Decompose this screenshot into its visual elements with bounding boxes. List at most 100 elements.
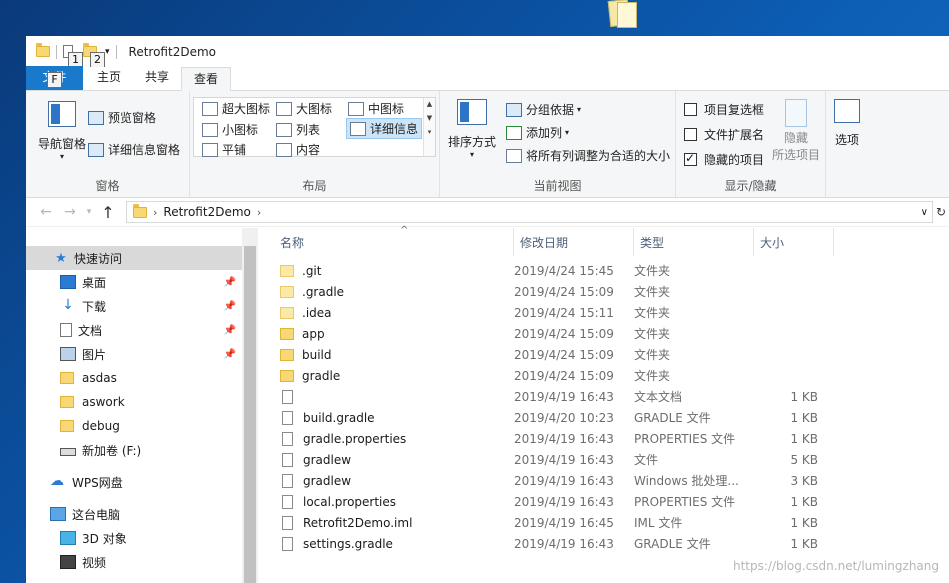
table-row[interactable]: gradlew 2019/4/19 16:43 Windows 批处理... 3 KB — [258, 470, 949, 491]
gallery-more-icon[interactable]: ▾ — [424, 128, 435, 136]
column-size[interactable]: 大小 — [754, 228, 834, 256]
table-row[interactable]: gradlew 2019/4/19 16:43 文件 5 KB — [258, 449, 949, 470]
layout-gallery-scroll[interactable]: ▲ ▼ ▾ — [423, 98, 435, 156]
item-checkboxes-toggle[interactable]: 项目复选框 — [684, 101, 764, 118]
address-chevron-icon-2[interactable]: › — [257, 206, 261, 219]
up-icon[interactable]: ↑ — [96, 203, 120, 222]
nav-3d-objects[interactable]: 3D 对象 — [26, 526, 242, 550]
nav-folder-asdas[interactable]: asdas — [26, 366, 242, 390]
layout-medium-icons[interactable]: 中图标 — [348, 100, 404, 117]
column-type[interactable]: 类型 — [634, 228, 754, 256]
file-name-cell[interactable]: settings.gradle — [258, 536, 514, 551]
hidden-items-toggle[interactable]: 隐藏的项目 — [684, 151, 764, 168]
table-row[interactable]: 2019/4/19 16:43 文本文档 1 KB — [258, 386, 949, 407]
nav-quick-access[interactable]: ★ 快速访问 — [26, 246, 242, 270]
nav-folder-aswork[interactable]: aswork — [26, 390, 242, 414]
nav-documents[interactable]: 文档 📌 — [26, 318, 242, 342]
group-by-button[interactable]: 分组依据 ▾ — [506, 101, 581, 118]
layout-extra-large-icons[interactable]: 超大图标 — [202, 100, 270, 117]
options-button[interactable]: 选项 — [834, 99, 860, 148]
tab-home[interactable]: 主页 — [83, 66, 133, 90]
table-row[interactable]: build 2019/4/24 15:09 文件夹 — [258, 344, 949, 365]
layout-small-icons[interactable]: 小图标 — [202, 121, 258, 138]
details-pane-button[interactable]: 详细信息窗格 — [88, 141, 180, 158]
table-row[interactable]: .git 2019/4/24 15:45 文件夹 — [258, 260, 949, 281]
file-name-cell[interactable] — [258, 389, 514, 404]
file-name-cell[interactable]: build.gradle — [258, 410, 514, 425]
nav-this-pc[interactable]: 这台电脑 — [26, 502, 242, 526]
table-row[interactable]: .idea 2019/4/24 15:11 文件夹 — [258, 302, 949, 323]
nav-pictures[interactable]: 图片 📌 — [26, 342, 242, 366]
column-name[interactable]: 名称 — [258, 228, 514, 256]
address-chevron-icon[interactable]: › — [153, 206, 157, 219]
nav-videos[interactable]: 视频 — [26, 550, 242, 574]
nav-scroll-thumb[interactable] — [244, 246, 256, 583]
layout-details[interactable]: 详细信息 — [346, 118, 423, 139]
layout-content[interactable]: 内容 — [276, 141, 320, 158]
recent-locations-icon[interactable]: ▾ — [82, 207, 96, 217]
nav-desktop[interactable]: 桌面 📌 — [26, 270, 242, 294]
gallery-down-icon[interactable]: ▼ — [424, 114, 435, 122]
table-row[interactable]: .gradle 2019/4/24 15:09 文件夹 — [258, 281, 949, 302]
fit-columns-button[interactable]: 将所有列调整为合适的大小 — [506, 147, 670, 164]
table-row[interactable]: gradle 2019/4/24 15:09 文件夹 — [258, 365, 949, 386]
address-path[interactable]: Retrofit2Demo — [163, 205, 250, 219]
file-name-cell[interactable]: gradle.properties — [258, 431, 514, 446]
file-name-cell[interactable]: build — [258, 348, 514, 362]
file-date: 2019/4/19 16:43 — [514, 536, 614, 551]
nav-wps-cloud[interactable]: ☁ WPS网盘 — [26, 470, 242, 494]
add-column-button[interactable]: 添加列 ▾ — [506, 124, 569, 141]
file-name-cell[interactable]: gradle — [258, 369, 514, 383]
gallery-up-icon[interactable]: ▲ — [424, 100, 435, 108]
nav-folder-debug[interactable]: debug — [26, 414, 242, 438]
file-icon — [282, 431, 293, 446]
back-icon[interactable]: ← — [34, 204, 58, 220]
hidden-items-checkbox[interactable] — [684, 151, 697, 166]
table-row[interactable]: local.properties 2019/4/19 16:43 PROPERTIE… — [258, 491, 949, 512]
nav-pane-button[interactable]: 导航窗格 ▾ — [38, 101, 86, 161]
details-icon — [350, 121, 366, 136]
refresh-icon[interactable]: ↻ — [933, 205, 949, 219]
file-name-cell[interactable]: local.properties — [258, 494, 514, 509]
file-name-cell[interactable]: app — [258, 327, 514, 341]
table-row[interactable]: build.gradle 2019/4/20 10:23 GRADLE 文件 1 KB — [258, 407, 949, 428]
address-dropdown-icon[interactable]: ∨ — [921, 207, 928, 218]
desktop-folder-icon[interactable] — [607, 0, 639, 30]
pin-icon[interactable]: 📌 — [224, 325, 236, 336]
nav-drive-f[interactable]: 新加卷 (F:) — [26, 438, 242, 462]
nav-spacer-2 — [26, 494, 242, 502]
table-row[interactable]: gradle.properties 2019/4/19 16:43 PROPERTI… — [258, 428, 949, 449]
address-input[interactable]: › Retrofit2Demo › ∨ — [126, 201, 933, 223]
file-name-cell[interactable]: gradlew — [258, 452, 514, 467]
file-extensions-toggle[interactable]: 文件扩展名 — [684, 126, 764, 143]
nav-downloads[interactable]: ↓ 下载 📌 — [26, 294, 242, 318]
quick-access-dropdown-icon[interactable]: ▾ — [105, 47, 110, 57]
table-row[interactable]: settings.gradle 2019/4/19 16:43 GRADLE 文件 1… — [258, 533, 949, 554]
file-name-cell[interactable]: gradlew — [258, 473, 514, 488]
preview-pane-button[interactable]: 预览窗格 — [88, 109, 156, 126]
layout-list[interactable]: 列表 — [276, 121, 320, 138]
file-name: gradle.properties — [303, 431, 407, 446]
add-column-dropdown-icon: ▾ — [565, 128, 570, 137]
file-name-cell[interactable]: .git — [258, 264, 514, 278]
hide-selected-button[interactable]: 隐藏 所选项目 — [772, 99, 820, 163]
layout-tiles[interactable]: 平铺 — [202, 141, 246, 158]
forward-icon[interactable]: → — [58, 204, 82, 220]
sort-by-button[interactable]: 排序方式 ▾ — [448, 99, 496, 159]
column-date[interactable]: 修改日期 — [514, 228, 634, 256]
pin-icon[interactable]: 📌 — [224, 277, 236, 288]
nav-scrollbar[interactable] — [242, 228, 258, 583]
layout-large-icons[interactable]: 大图标 — [276, 100, 332, 117]
item-checkboxes-checkbox[interactable] — [684, 103, 697, 116]
table-row[interactable]: Retrofit2Demo.iml 2019/4/19 16:45 IML 文件 1 … — [258, 512, 949, 533]
file-name-cell[interactable]: Retrofit2Demo.iml — [258, 515, 514, 530]
file-name-cell[interactable]: .gradle — [258, 285, 514, 299]
tab-view[interactable]: 查看 — [181, 67, 232, 91]
pin-icon[interactable]: 📌 — [224, 301, 236, 312]
tab-share[interactable]: 共享 — [133, 66, 181, 90]
table-row[interactable]: app 2019/4/24 15:09 文件夹 — [258, 323, 949, 344]
pin-icon[interactable]: 📌 — [224, 349, 236, 360]
file-extensions-checkbox[interactable] — [684, 128, 697, 141]
group-panes: 导航窗格 ▾ 预览窗格 详细信息窗格 窗格 — [26, 91, 190, 197]
file-name-cell[interactable]: .idea — [258, 306, 514, 320]
